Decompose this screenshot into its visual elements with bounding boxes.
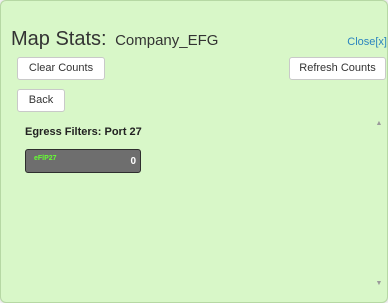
stats-content: Egress Filters: Port 27 eFlP27 0 — [10, 112, 385, 288]
close-link[interactable]: Close[x] — [347, 36, 387, 48]
section-title: Egress Filters: Port 27 — [25, 126, 142, 138]
stat-tile[interactable]: eFlP27 0 — [25, 149, 141, 173]
panel-header: Map Stats: Company_EFG Close[x] — [1, 1, 388, 51]
back-button[interactable]: Back — [17, 89, 65, 112]
vertical-scrollbar[interactable]: ▲ ▼ — [373, 112, 385, 288]
title-text: Map Stats: — [11, 28, 107, 50]
scroll-up-icon[interactable]: ▲ — [373, 120, 385, 128]
company-name: Company_EFG — [115, 32, 219, 49]
clear-counts-button[interactable]: Clear Counts — [17, 57, 105, 80]
panel-title: Map Stats: Company_EFG — [11, 28, 218, 51]
map-stats-panel: Map Stats: Company_EFG Close[x] Clear Co… — [0, 0, 388, 303]
stat-value: 0 — [130, 156, 136, 167]
refresh-counts-button[interactable]: Refresh Counts — [289, 57, 386, 80]
scroll-down-icon[interactable]: ▼ — [373, 280, 385, 288]
stat-label: eFlP27 — [34, 155, 57, 162]
